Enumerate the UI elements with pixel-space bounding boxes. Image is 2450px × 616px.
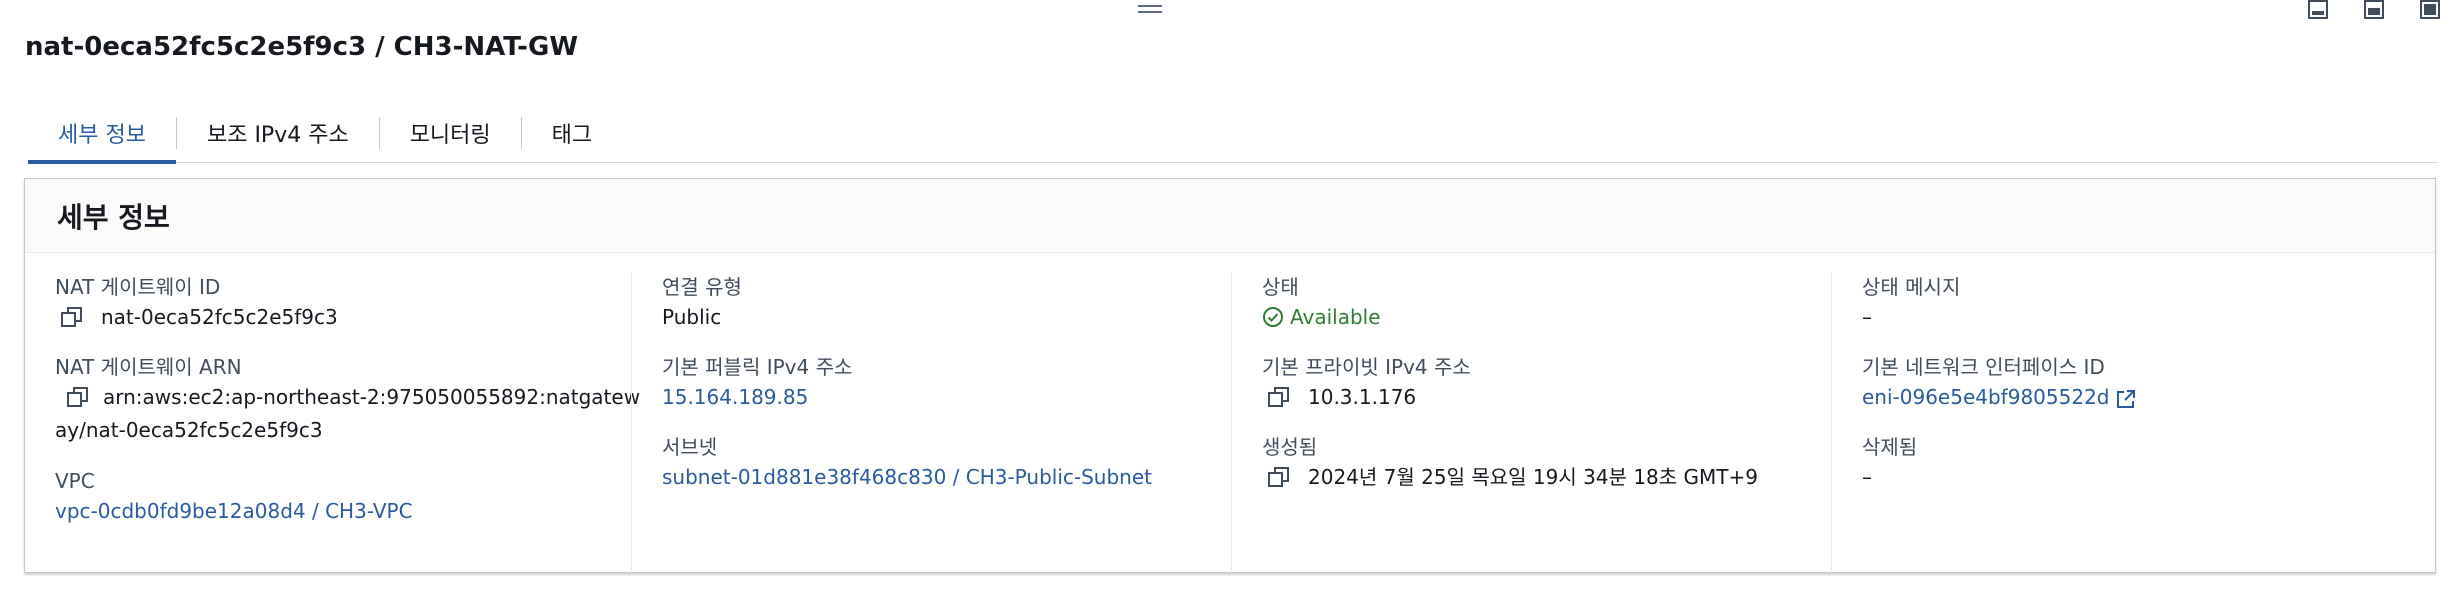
details-column-2: 연결 유형 Public 기본 퍼블릭 IPv4 주소 15.164.189.8… [631,273,1231,573]
details-column-1: NAT 게이트웨이 ID nat-0eca52fc5c2e5f9c3 NAT 게… [25,273,640,573]
eni-link[interactable]: eni-096e5e4bf9805522d [1862,385,2110,409]
page-title: nat-0eca52fc5c2e5f9c3 / CH3-NAT-GW [25,32,578,62]
external-link-icon[interactable] [2116,389,2136,409]
subnet-link[interactable]: subnet-01d881e38f468c830 / CH3-Public-Su… [662,461,1231,493]
deleted-field: 삭제됨 – [1862,433,2431,493]
public-ip-label: 기본 퍼블릭 IPv4 주소 [662,355,853,379]
details-column-4: 상태 메시지 – 기본 네트워크 인터페이스 ID eni-096e5e4bf9… [1831,273,2431,573]
created-field: 생성됨 2024년 7월 25일 목요일 19시 34분 18초 GMT+9 [1262,433,1831,493]
copy-icon[interactable] [1268,466,1290,488]
details-panel: 세부 정보 NAT 게이트웨이 ID nat-0eca52fc5c2e5f9c3… [24,178,2436,573]
subnet-field: 서브넷 subnet-01d881e38f468c830 / CH3-Publi… [662,433,1231,493]
panel-resize-handle[interactable] [1136,3,1164,15]
copy-icon[interactable] [67,386,89,408]
created-value-row: 2024년 7월 25일 목요일 19시 34분 18초 GMT+9 [1262,461,1831,493]
deleted-label: 삭제됨 [1862,435,1918,459]
nat-gateway-details-page: nat-0eca52fc5c2e5f9c3 / CH3-NAT-GW 세부 정보… [0,0,2450,616]
private-ip-label: 기본 프라이빗 IPv4 주소 [1262,355,1471,379]
layout-toggle-group [2304,0,2444,22]
nat-arn-label: NAT 게이트웨이 ARN [55,355,242,379]
state-message-label: 상태 메시지 [1862,275,1961,299]
eni-label: 기본 네트워크 인터페이스 ID [1862,355,2105,379]
vpc-field: VPC vpc-0cdb0fd9be12a08d4 / CH3-VPC [55,467,631,527]
state-field: 상태 Available [1262,273,1831,333]
nat-id-value-row: nat-0eca52fc5c2e5f9c3 [55,301,631,333]
nat-id-label: NAT 게이트웨이 ID [55,275,221,299]
details-panel-header: 세부 정보 [25,179,2435,253]
connectivity-label: 연결 유형 [662,275,742,299]
details-panel-title: 세부 정보 [57,200,170,234]
details-columns: NAT 게이트웨이 ID nat-0eca52fc5c2e5f9c3 NAT 게… [25,253,2435,573]
state-label: 상태 [1262,275,1299,299]
nat-arn-value: arn:aws:ec2:ap-northeast-2:975050055892:… [55,385,641,442]
state-message-value: – [1862,305,1872,329]
deleted-value: – [1862,465,1872,489]
nat-arn-value-row: arn:aws:ec2:ap-northeast-2:975050055892:… [9,381,645,447]
tab-details[interactable]: 세부 정보 [28,104,176,164]
state-value-row: Available [1262,301,1831,333]
created-value: 2024년 7월 25일 목요일 19시 34분 18초 GMT+9 [1308,465,1758,489]
created-label: 생성됨 [1262,435,1318,459]
tab-secondary-ipv4[interactable]: 보조 IPv4 주소 [177,104,379,162]
state-value: Available [1290,305,1381,329]
tab-tags[interactable]: 태그 [522,104,622,162]
connectivity-value: Public [662,305,722,329]
details-column-3: 상태 Available 기본 프라이빗 IPv4 주소 10.3.1.176 … [1231,273,1831,573]
state-message-field: 상태 메시지 – [1862,273,2431,333]
private-ip-value: 10.3.1.176 [1308,385,1417,409]
layout-full-icon[interactable] [2416,0,2444,22]
copy-icon[interactable] [61,306,83,328]
connectivity-field: 연결 유형 Public [662,273,1231,333]
vpc-label: VPC [55,469,95,493]
layout-bottom-icon[interactable] [2304,0,2332,22]
eni-value-row: eni-096e5e4bf9805522d [1862,381,2431,413]
public-ip-field: 기본 퍼블릭 IPv4 주소 15.164.189.85 [662,353,1231,413]
tab-monitoring[interactable]: 모니터링 [380,104,521,162]
layout-split-icon[interactable] [2360,0,2388,22]
vpc-link[interactable]: vpc-0cdb0fd9be12a08d4 / CH3-VPC [55,495,631,527]
private-ip-value-row: 10.3.1.176 [1262,381,1831,413]
subnet-label: 서브넷 [662,435,718,459]
private-ip-field: 기본 프라이빗 IPv4 주소 10.3.1.176 [1262,353,1831,413]
eni-field: 기본 네트워크 인터페이스 ID eni-096e5e4bf9805522d [1862,353,2431,413]
copy-icon[interactable] [1268,386,1290,408]
public-ip-link[interactable]: 15.164.189.85 [662,381,1231,413]
check-circle-icon [1263,307,1283,327]
nat-id-value: nat-0eca52fc5c2e5f9c3 [101,305,338,329]
tab-bar: 세부 정보 보조 IPv4 주소 모니터링 태그 [28,104,2438,164]
nat-id-field: NAT 게이트웨이 ID nat-0eca52fc5c2e5f9c3 [55,273,631,333]
nat-arn-field: NAT 게이트웨이 ARN arn:aws:ec2:ap-northeast-2… [55,353,640,447]
